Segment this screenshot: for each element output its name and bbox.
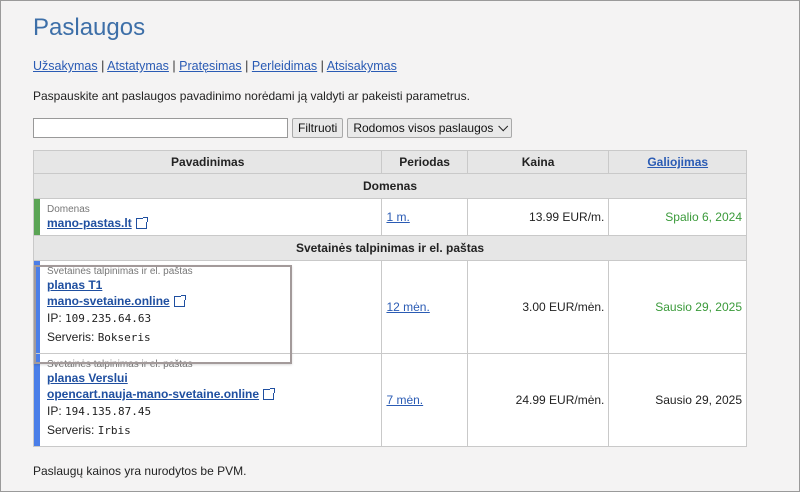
footer-note: Paslaugų kainos yra nurodytos be PVM. [33,464,247,478]
filter-button[interactable]: Filtruoti [292,118,344,138]
service-cell: Domenas mano-pastas.lt [32,198,383,236]
domain-link[interactable]: mano-svetaine.online [47,294,170,308]
expiry-cell: Sausio 29, 2025 [608,353,747,447]
table-row: Svetainės talpinimas ir el. paštas plana… [32,353,747,447]
expiry-cell: Sausio 29, 2025 [608,260,747,354]
link-restore[interactable]: Atstatymas [107,59,169,73]
period-cell: 1 m. [381,198,468,236]
period-cell: 7 mėn. [381,353,468,447]
period-cell: 12 mėn. [381,260,468,354]
header-name: Pavadinimas [32,150,383,174]
server-line: Serveris: Irbis [47,421,381,440]
external-link-icon[interactable] [173,295,186,308]
plan-name-link[interactable]: planas T1 [47,278,102,292]
price-cell: 13.99 EUR/m. [466,198,610,236]
domain-link[interactable]: opencart.nauja-mano-svetaine.online [47,387,259,401]
status-bar [34,354,40,446]
ip-label: IP: [47,311,62,325]
filter-select[interactable]: Rodomos visos paslaugos [347,118,513,138]
link-order[interactable]: Užsakymas [33,59,98,73]
server-label: Serveris: [47,423,95,437]
link-cancel[interactable]: Atsisakymas [327,59,397,73]
price-cell: 3.00 EUR/mėn. [466,260,610,354]
period-link[interactable]: 7 mėn. [386,393,423,407]
price-cell: 24.99 EUR/mėn. [466,353,610,447]
ip-line: IP: 109.235.64.63 [47,309,381,328]
server-value: Irbis [97,424,131,437]
server-line: Serveris: Bokseris [47,328,381,347]
service-name-link[interactable]: mano-pastas.lt [47,216,132,230]
service-cell: Svetainės talpinimas ir el. paštas plana… [32,353,383,447]
service-category: Domenas [47,204,90,215]
chevron-down-icon [498,120,509,131]
status-bar [34,261,40,353]
header-price: Kaina [466,150,610,174]
header-expiry: Galiojimas [608,150,747,174]
ip-value: 109.235.64.63 [65,312,152,325]
filter-row: Filtruoti Rodomos visos paslaugos [33,118,513,138]
expiry-cell: Spalio 6, 2024 [608,198,747,236]
table-row: Svetainės talpinimas ir el. paštas plana… [32,260,747,354]
server-value: Bokseris [97,331,151,344]
plan-name-link[interactable]: planas Verslui [47,371,128,385]
intro-text: Paspauskite ant paslaugos pavadinimo nor… [33,89,470,103]
link-renew[interactable]: Pratęsimas [179,59,242,73]
group-title: Domenas [33,173,747,199]
ip-line: IP: 194.135.87.45 [47,402,381,421]
ip-label: IP: [47,404,62,418]
period-link[interactable]: 12 mėn. [386,300,429,314]
group-row-domain: Domenas [33,173,747,199]
ip-value: 194.135.87.45 [65,405,152,418]
sort-expiry-link[interactable]: Galiojimas [647,155,708,169]
external-link-icon[interactable] [135,217,148,230]
table-header-row: Pavadinimas Periodas Kaina Galiojimas [32,150,747,174]
filter-select-value: Rodomos visos paslaugos [353,121,494,135]
group-row-hosting: Svetainės talpinimas ir el. paštas [33,235,747,261]
period-link[interactable]: 1 m. [386,210,409,224]
service-cell: Svetainės talpinimas ir el. paštas plana… [32,260,383,354]
action-links: Užsakymas | Atstatymas | Pratęsimas | Pe… [33,59,397,73]
external-link-icon[interactable] [263,388,276,401]
status-bar [34,199,40,235]
page-title: Paslaugos [33,14,146,41]
filter-input[interactable] [33,118,288,138]
group-title: Svetainės talpinimas ir el. paštas [33,235,747,261]
services-table: Pavadinimas Periodas Kaina Galiojimas Do… [32,150,747,447]
header-period: Periodas [381,150,468,174]
link-transfer[interactable]: Perleidimas [252,59,317,73]
service-category: Svetainės talpinimas ir el. paštas [47,266,193,277]
service-category: Svetainės talpinimas ir el. paštas [47,359,193,370]
server-label: Serveris: [47,330,95,344]
table-row: Domenas mano-pastas.lt 1 m. 13.99 EUR/m.… [32,198,747,236]
